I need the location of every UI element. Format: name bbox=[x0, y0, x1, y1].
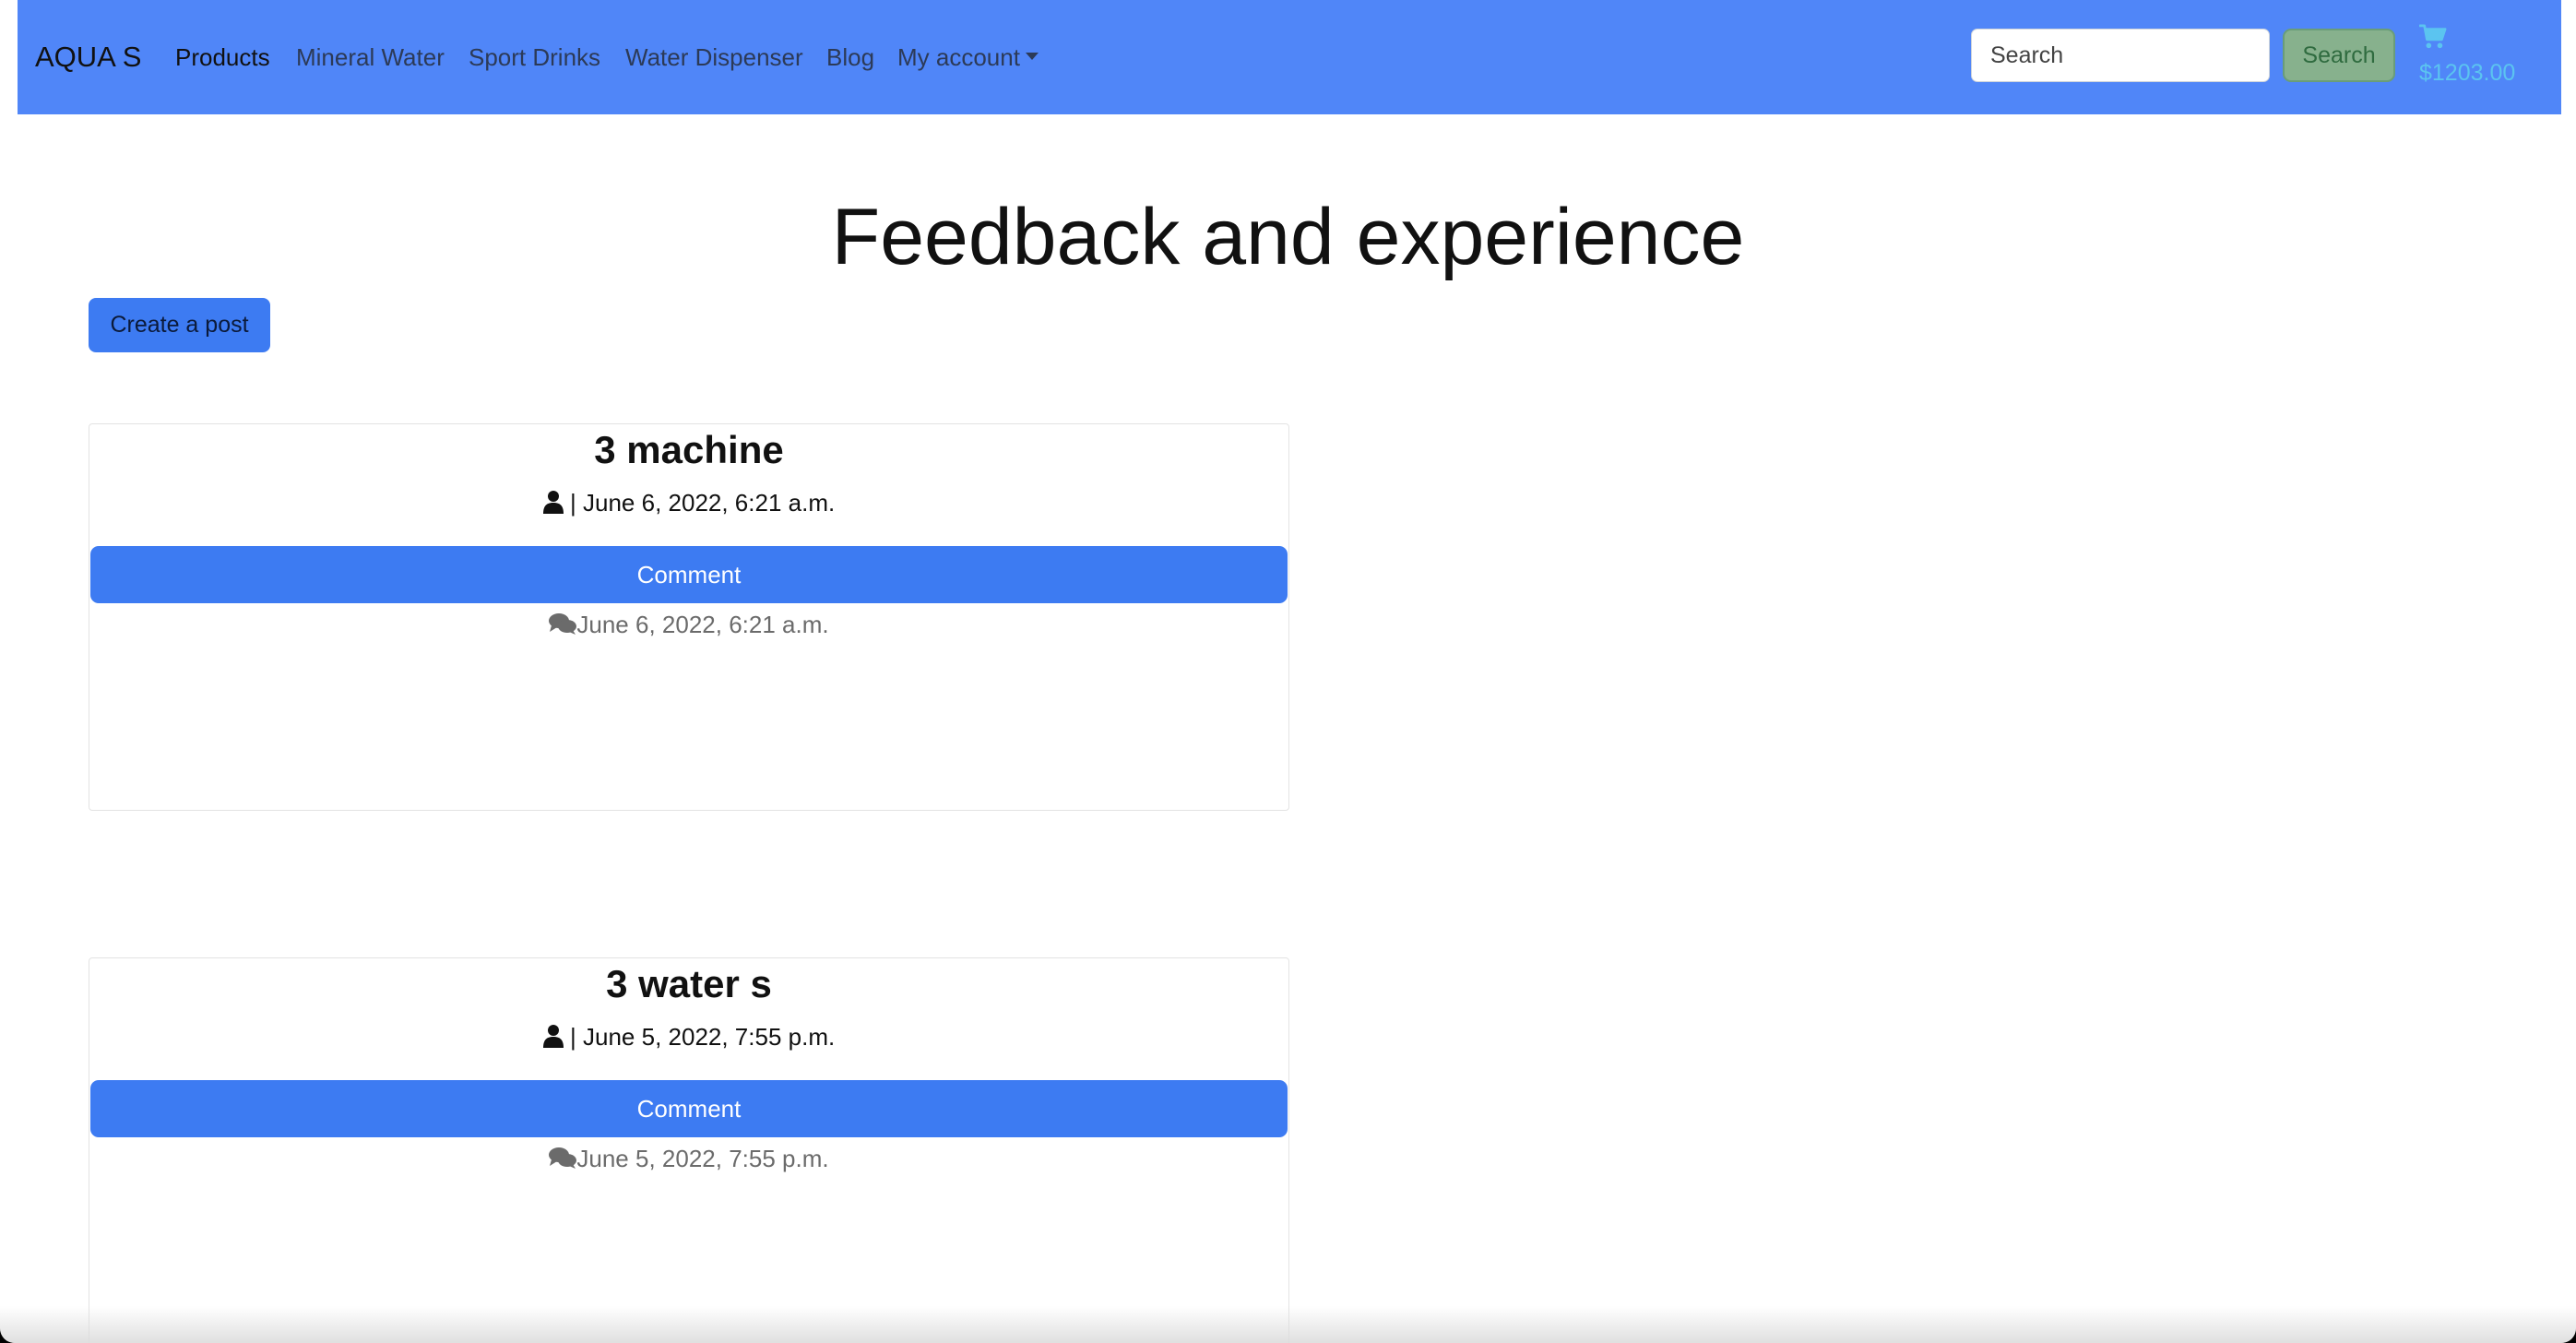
user-icon bbox=[542, 1025, 564, 1049]
search-input[interactable] bbox=[1971, 29, 2270, 82]
brand-logo[interactable]: AQUA S bbox=[35, 37, 141, 77]
nav-link-blog[interactable]: Blog bbox=[826, 41, 874, 74]
browser-viewport: AQUA S Products Mineral Water Sport Drin… bbox=[0, 0, 2576, 1343]
cart-link[interactable]: $1203.00 bbox=[2419, 24, 2558, 89]
nav-link-mineral-water[interactable]: Mineral Water bbox=[296, 41, 445, 74]
nav-dropdown-label: My account bbox=[897, 43, 1020, 71]
nav-link-water-dispenser[interactable]: Water Dispenser bbox=[625, 41, 803, 74]
shopping-cart-icon bbox=[2419, 24, 2447, 49]
nav-link-products[interactable]: Products bbox=[175, 41, 270, 74]
create-post-button[interactable]: Create a post bbox=[89, 298, 270, 352]
comments-icon bbox=[549, 1147, 577, 1170]
post-card: 3 water s | June 5, 2022, 7:55 p.m. Comm… bbox=[89, 957, 1289, 1343]
comment-meta: June 6, 2022, 6:21 a.m. bbox=[89, 609, 1288, 640]
cart-total: $1203.00 bbox=[2419, 60, 2516, 86]
post-card: 3 machine | June 6, 2022, 6:21 a.m. Comm… bbox=[89, 423, 1289, 811]
top-navbar: AQUA S Products Mineral Water Sport Drin… bbox=[18, 0, 2561, 114]
comments-icon bbox=[549, 613, 577, 636]
nav-link-sport-drinks[interactable]: Sport Drinks bbox=[469, 41, 600, 74]
post-date: | June 6, 2022, 6:21 a.m. bbox=[570, 489, 836, 517]
user-icon bbox=[542, 491, 564, 515]
post-title[interactable]: 3 water s bbox=[89, 958, 1288, 1010]
caret-down-icon bbox=[1025, 53, 1039, 61]
post-meta: | June 6, 2022, 6:21 a.m. bbox=[89, 487, 1288, 518]
comment-button[interactable]: Comment bbox=[90, 546, 1288, 603]
comment-button[interactable]: Comment bbox=[90, 1080, 1288, 1137]
comment-date: June 6, 2022, 6:21 a.m. bbox=[576, 611, 829, 638]
search-button[interactable]: Search bbox=[2283, 29, 2395, 82]
post-meta: | June 5, 2022, 7:55 p.m. bbox=[89, 1021, 1288, 1052]
nav-dropdown-my-account[interactable]: My account bbox=[897, 41, 1039, 74]
page-title: Feedback and experience bbox=[831, 193, 1745, 281]
post-title[interactable]: 3 machine bbox=[89, 424, 1288, 476]
post-date: | June 5, 2022, 7:55 p.m. bbox=[570, 1023, 836, 1051]
comment-meta: June 5, 2022, 7:55 p.m. bbox=[89, 1143, 1288, 1174]
comment-date: June 5, 2022, 7:55 p.m. bbox=[576, 1145, 829, 1172]
